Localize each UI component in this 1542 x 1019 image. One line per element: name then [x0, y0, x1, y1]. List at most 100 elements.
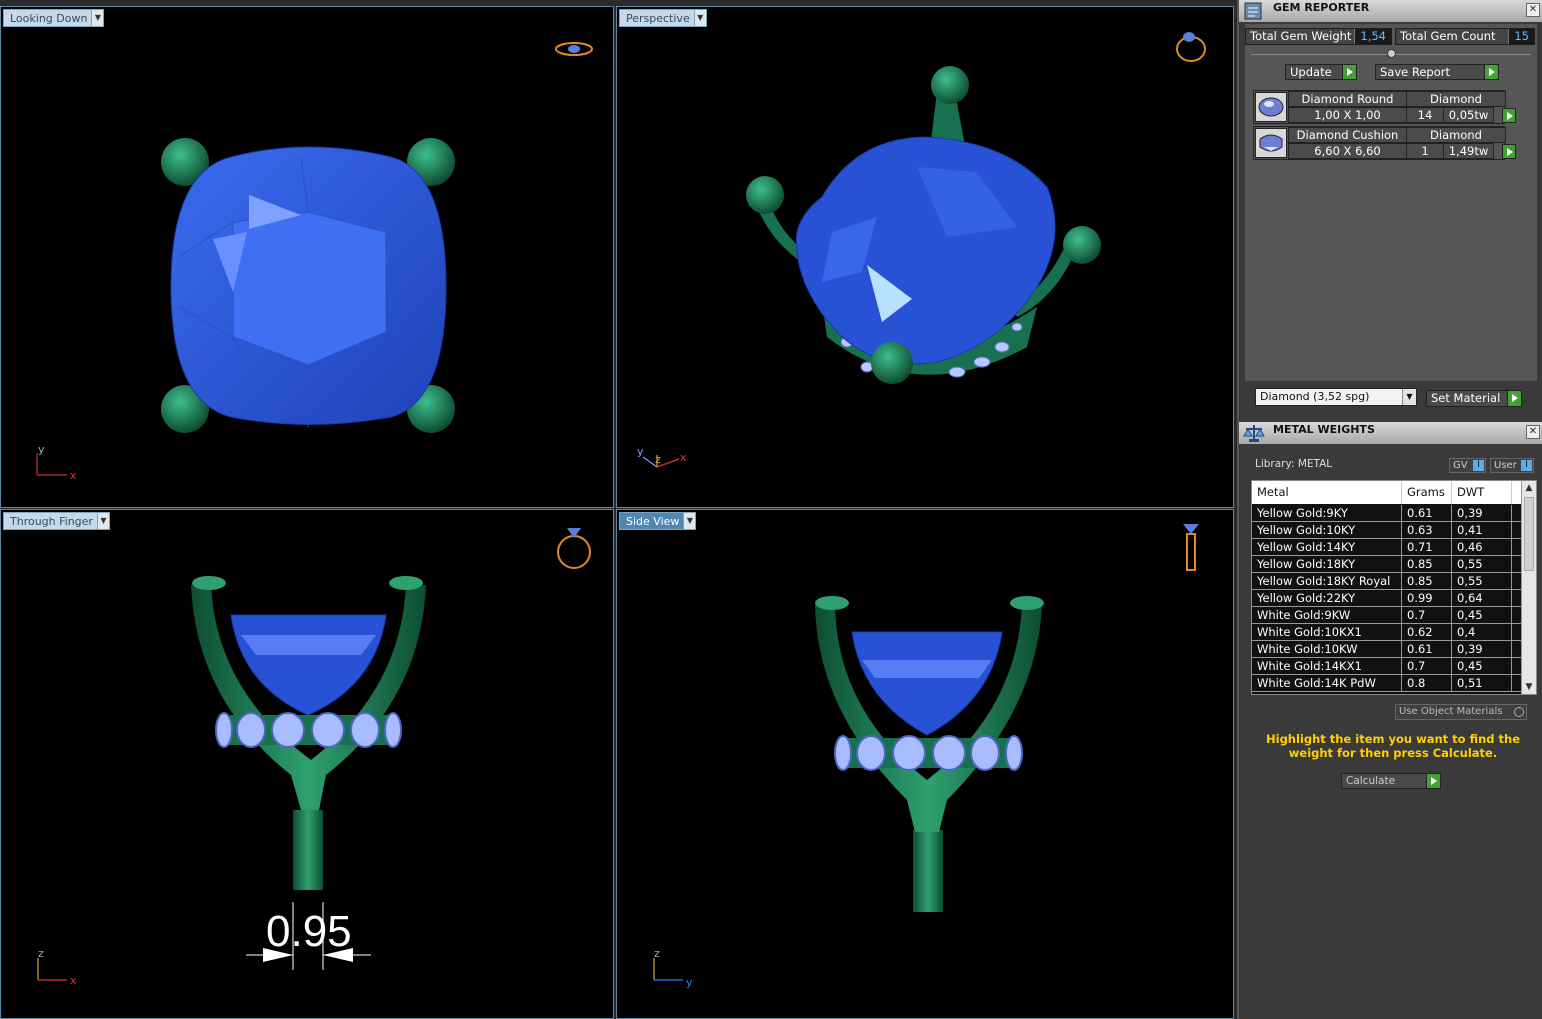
grams-cell: 0.62 — [1402, 624, 1452, 640]
viewport-perspective[interactable]: y z x Perspective ▼ — [616, 6, 1234, 508]
metal-name-cell: Yellow Gold:18KY Royal — [1252, 573, 1402, 589]
grams-cell: 0.7 — [1402, 607, 1452, 623]
update-button[interactable]: Update — [1285, 64, 1357, 80]
dimension-annotation: 0.95 — [246, 902, 371, 970]
grams-cell: 0.85 — [1402, 556, 1452, 572]
save-report-button[interactable]: Save Report — [1375, 64, 1499, 80]
chevron-down-icon[interactable]: ▼ — [683, 513, 696, 529]
viewport-through-finger[interactable]: 0.95 z x Through Finger ▼ — [0, 509, 614, 1019]
viewport-side-view[interactable]: z y Side View ▼ — [616, 509, 1234, 1019]
grams-cell: 0.71 — [1402, 539, 1452, 555]
round-diamond-icon — [1255, 92, 1287, 122]
total-gem-count-value: 15 — [1508, 29, 1534, 44]
scale-icon — [1243, 425, 1265, 442]
viewport-label-looking-down[interactable]: Looking Down ▼ — [3, 9, 105, 27]
gv-toggle[interactable]: GV I — [1449, 458, 1486, 473]
play-icon — [1484, 65, 1498, 79]
table-row[interactable]: Yellow Gold:22KY 0.99 0,64 — [1252, 590, 1522, 607]
metal-name-cell: Yellow Gold:22KY — [1252, 590, 1402, 606]
table-row[interactable]: White Gold:14K PdW 0.8 0,51 — [1252, 675, 1522, 692]
grams-cell: 0.7 — [1402, 658, 1452, 674]
table-row[interactable]: Yellow Gold:10KY 0.63 0,41 — [1252, 522, 1522, 539]
metal-name-cell: White Gold:9KW — [1252, 607, 1402, 623]
viewport-label-text: Perspective — [626, 12, 690, 25]
prong — [871, 342, 913, 384]
gem-reporter-body: Total Gem Weight 1,54 Total Gem Count 15… — [1245, 24, 1537, 381]
metal-table: Metal Grams DWT Yellow Gold:9KY 0.61 0,39 Y… — [1251, 480, 1537, 695]
calculate-hint: Highlight the item you want to find the … — [1266, 732, 1520, 760]
gem-row[interactable]: Diamond Cushion Diamond 6,60 X 6,60 1 1,… — [1253, 126, 1516, 160]
toggle-indicator: I — [1473, 460, 1484, 471]
grams-cell: 0.8 — [1402, 675, 1452, 691]
material-select[interactable]: Diamond (3,52 spg) ▼ — [1255, 388, 1417, 406]
dwt-cell: 0,55 — [1452, 573, 1512, 589]
dwt-cell: 0,4 — [1452, 624, 1512, 640]
cushion-gem — [851, 631, 1003, 736]
viewport-label-text: Side View — [626, 515, 680, 528]
cushion-gem — [230, 614, 387, 716]
scroll-up-icon[interactable]: ▲ — [1522, 481, 1536, 495]
column-header-grams[interactable]: Grams — [1402, 481, 1452, 504]
dwt-cell: 0,39 — [1452, 505, 1512, 521]
metal-weights-body: Library: METAL GV I User I Metal Grams DWT… — [1245, 446, 1537, 1016]
dwt-cell: 0,45 — [1452, 607, 1512, 623]
grams-cell: 0.85 — [1402, 573, 1452, 589]
splitter-handle[interactable] — [1387, 49, 1396, 58]
chevron-down-icon[interactable]: ▼ — [91, 10, 104, 26]
ring-view-icon — [1183, 524, 1199, 571]
table-row[interactable]: Yellow Gold:18KY Royal 0.85 0,55 — [1252, 573, 1522, 590]
scrollbar-thumb[interactable] — [1524, 497, 1534, 571]
table-row[interactable]: Yellow Gold:14KY 0.71 0,46 — [1252, 539, 1522, 556]
gem-weight: 0,05tw — [1443, 107, 1494, 123]
table-row[interactable]: White Gold:10KW 0.61 0,39 — [1252, 641, 1522, 658]
table-scrollbar[interactable]: ▲ ▼ — [1521, 481, 1536, 694]
table-row[interactable]: Yellow Gold:18KY 0.85 0,55 — [1252, 556, 1522, 573]
column-header-metal[interactable]: Metal — [1252, 481, 1402, 504]
play-icon[interactable] — [1502, 108, 1516, 123]
viewport-label-through-finger[interactable]: Through Finger ▼ — [3, 512, 110, 530]
close-icon[interactable]: ✕ — [1526, 425, 1540, 439]
dwt-cell: 0,39 — [1452, 641, 1512, 657]
use-object-materials-toggle[interactable]: Use Object Materials — [1395, 704, 1527, 720]
column-header-dwt[interactable]: DWT — [1452, 481, 1512, 504]
prong — [746, 176, 784, 214]
table-row[interactable]: White Gold:9KW 0.7 0,45 — [1252, 607, 1522, 624]
play-icon[interactable] — [1502, 144, 1516, 159]
user-toggle[interactable]: User I — [1490, 458, 1534, 473]
gem-name: Diamond Cushion — [1288, 127, 1407, 143]
viewport-label-text: Looking Down — [10, 12, 88, 25]
viewport-looking-down[interactable]: y x Looking Down ▼ — [0, 6, 614, 508]
metal-weights-titlebar: METAL WEIGHTS ✕ — [1239, 422, 1542, 444]
gem-weight: 1,49tw — [1443, 143, 1494, 159]
set-material-label: Set Material — [1431, 391, 1501, 405]
viewport-label-perspective[interactable]: Perspective ▼ — [619, 9, 707, 27]
gem-table — [232, 211, 387, 366]
table-row[interactable]: Yellow Gold:9KY 0.61 0,39 — [1252, 505, 1522, 522]
calculate-button[interactable]: Calculate — [1341, 773, 1441, 789]
through-finger-render: 0.95 z x — [37, 528, 591, 987]
gv-label: GV — [1453, 460, 1468, 471]
play-icon — [1342, 65, 1356, 79]
prong-tip — [389, 576, 423, 590]
svg-text:0.95: 0.95 — [266, 907, 352, 956]
chevron-down-icon[interactable]: ▼ — [96, 513, 109, 529]
svg-text:y: y — [38, 443, 45, 456]
set-material-button[interactable]: Set Material — [1426, 390, 1522, 407]
user-label: User — [1494, 460, 1517, 471]
gem-reporter-titlebar: GEM REPORTER ✕ — [1239, 0, 1542, 22]
prong — [931, 66, 969, 104]
scroll-down-icon[interactable]: ▼ — [1522, 680, 1536, 694]
side-view-render: z y — [653, 524, 1199, 989]
gem-name: Diamond Round — [1288, 91, 1407, 107]
close-icon[interactable]: ✕ — [1526, 3, 1540, 17]
chevron-down-icon[interactable]: ▼ — [693, 10, 706, 26]
use-object-materials-label: Use Object Materials — [1399, 706, 1503, 717]
cushion-diamond-icon — [1255, 128, 1287, 158]
radio-icon — [1514, 707, 1524, 717]
gem-size: 6,60 X 6,60 — [1288, 143, 1407, 159]
viewport-label-side-view[interactable]: Side View ▼ — [619, 512, 697, 530]
dwt-cell: 0,46 — [1452, 539, 1512, 555]
table-row[interactable]: White Gold:14KX1 0.7 0,45 — [1252, 658, 1522, 675]
gem-row[interactable]: Diamond Round Diamond 1,00 X 1,00 14 0,0… — [1253, 90, 1516, 124]
table-row[interactable]: White Gold:10KX1 0.62 0,4 — [1252, 624, 1522, 641]
